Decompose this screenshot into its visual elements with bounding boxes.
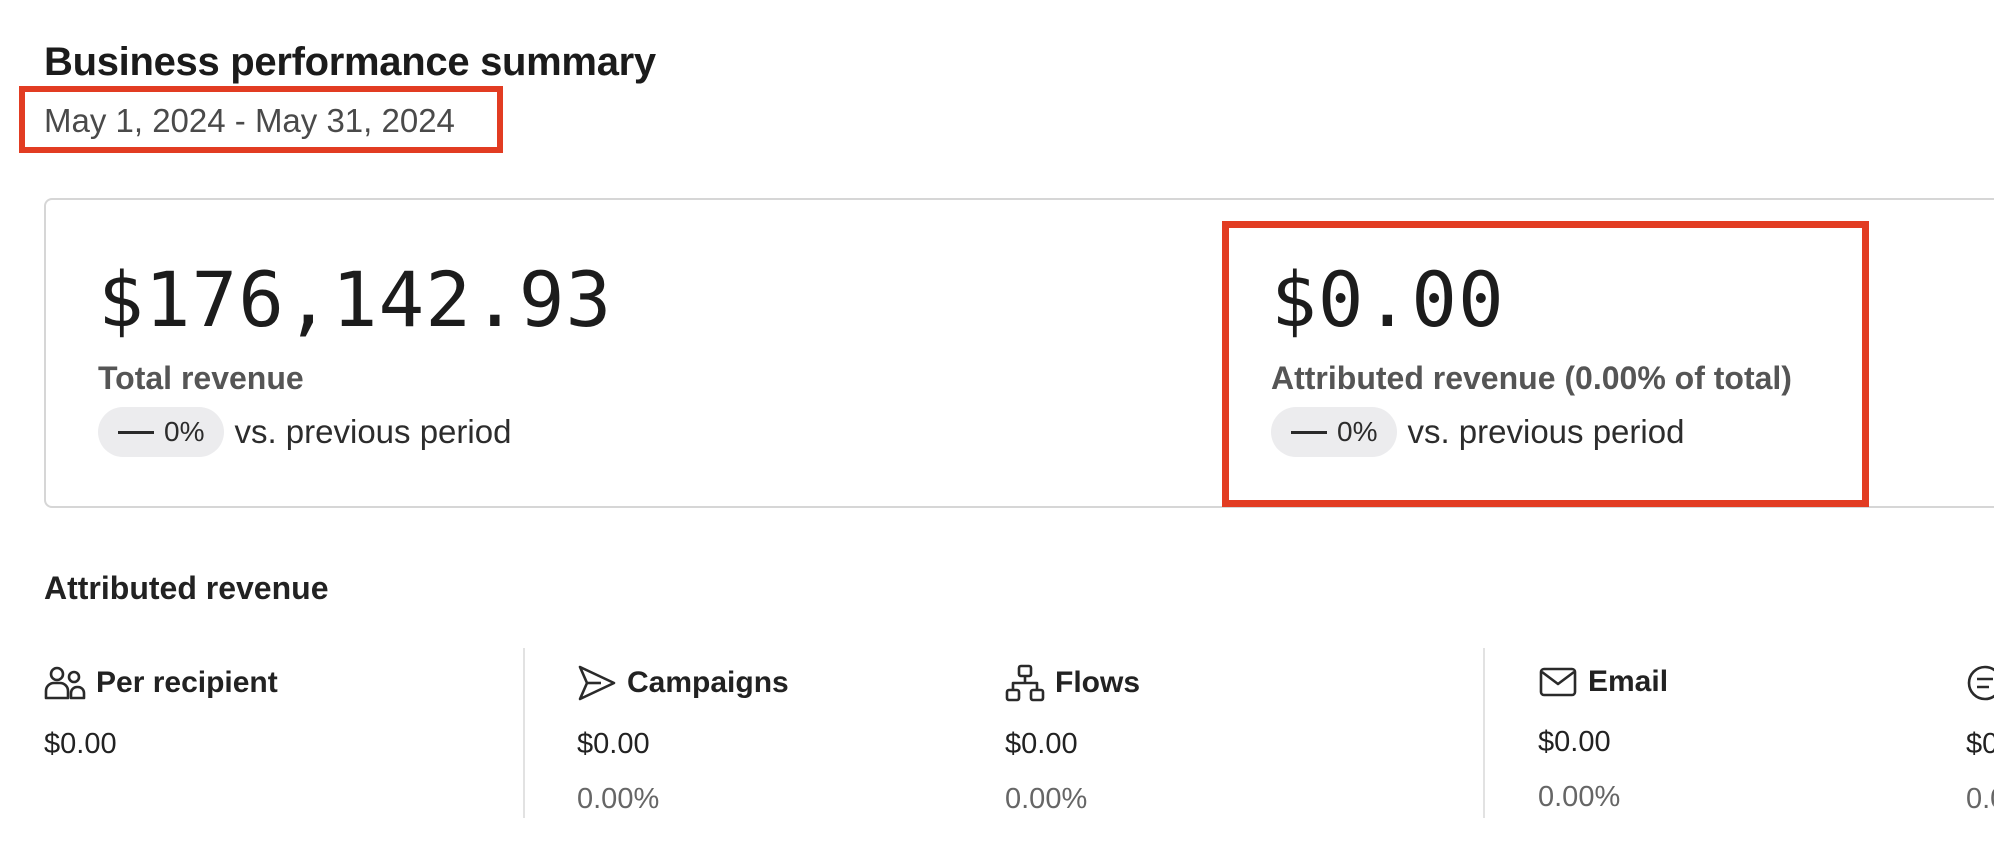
total-revenue-value: $176,142.93 (98, 255, 613, 344)
column-amount: $0.00 (1005, 728, 1078, 760)
email-column: Email $0.00 0.00% (1538, 664, 1668, 814)
per-recipient-column: Per recipient $0.00 (44, 664, 278, 761)
column-label: Flows (1055, 666, 1141, 699)
date-range-highlight (19, 86, 503, 153)
column-percent: 0.00% (1005, 783, 1088, 815)
column-divider (1483, 648, 1485, 818)
attributed-revenue-highlight (1222, 221, 1869, 507)
mail-icon (1538, 664, 1578, 700)
campaigns-column: Campaigns $0.00 0.00% (577, 664, 789, 816)
change-percent: 0% (164, 416, 205, 447)
column-amount: $0.00 (44, 728, 117, 760)
people-icon (44, 664, 86, 702)
page-title: Business performance summary (44, 40, 656, 84)
column-divider (523, 648, 525, 818)
flows-column: Flows $0.00 0.00% (1005, 664, 1140, 816)
sms-column: $0 0.0 (1966, 664, 1994, 816)
sms-icon (1966, 664, 1994, 702)
change-suffix: vs. previous period (234, 413, 512, 450)
column-amount: $0 (1966, 728, 1994, 760)
total-revenue-label: Total revenue (98, 360, 304, 396)
change-badge: 0% (98, 407, 225, 457)
column-label: Campaigns (627, 666, 789, 699)
total-revenue-change: 0% vs. previous period (98, 407, 612, 457)
flow-icon (1005, 664, 1045, 702)
column-percent: 0.00% (577, 783, 660, 815)
report-card: Business performance summary May 1, 2024… (0, 0, 1994, 862)
total-revenue-metric: $176,142.93 Total revenue 0% vs. previou… (98, 262, 612, 457)
dash-icon (118, 430, 154, 434)
column-amount: $0.00 (1538, 726, 1611, 758)
send-icon (577, 664, 617, 702)
column-amount: $0.00 (577, 728, 650, 760)
section-title: Attributed revenue (44, 570, 329, 606)
column-label: Per recipient (96, 666, 278, 699)
column-label: Email (1588, 665, 1669, 698)
column-percent: 0.00% (1538, 781, 1621, 813)
column-percent: 0.0 (1966, 783, 1994, 815)
